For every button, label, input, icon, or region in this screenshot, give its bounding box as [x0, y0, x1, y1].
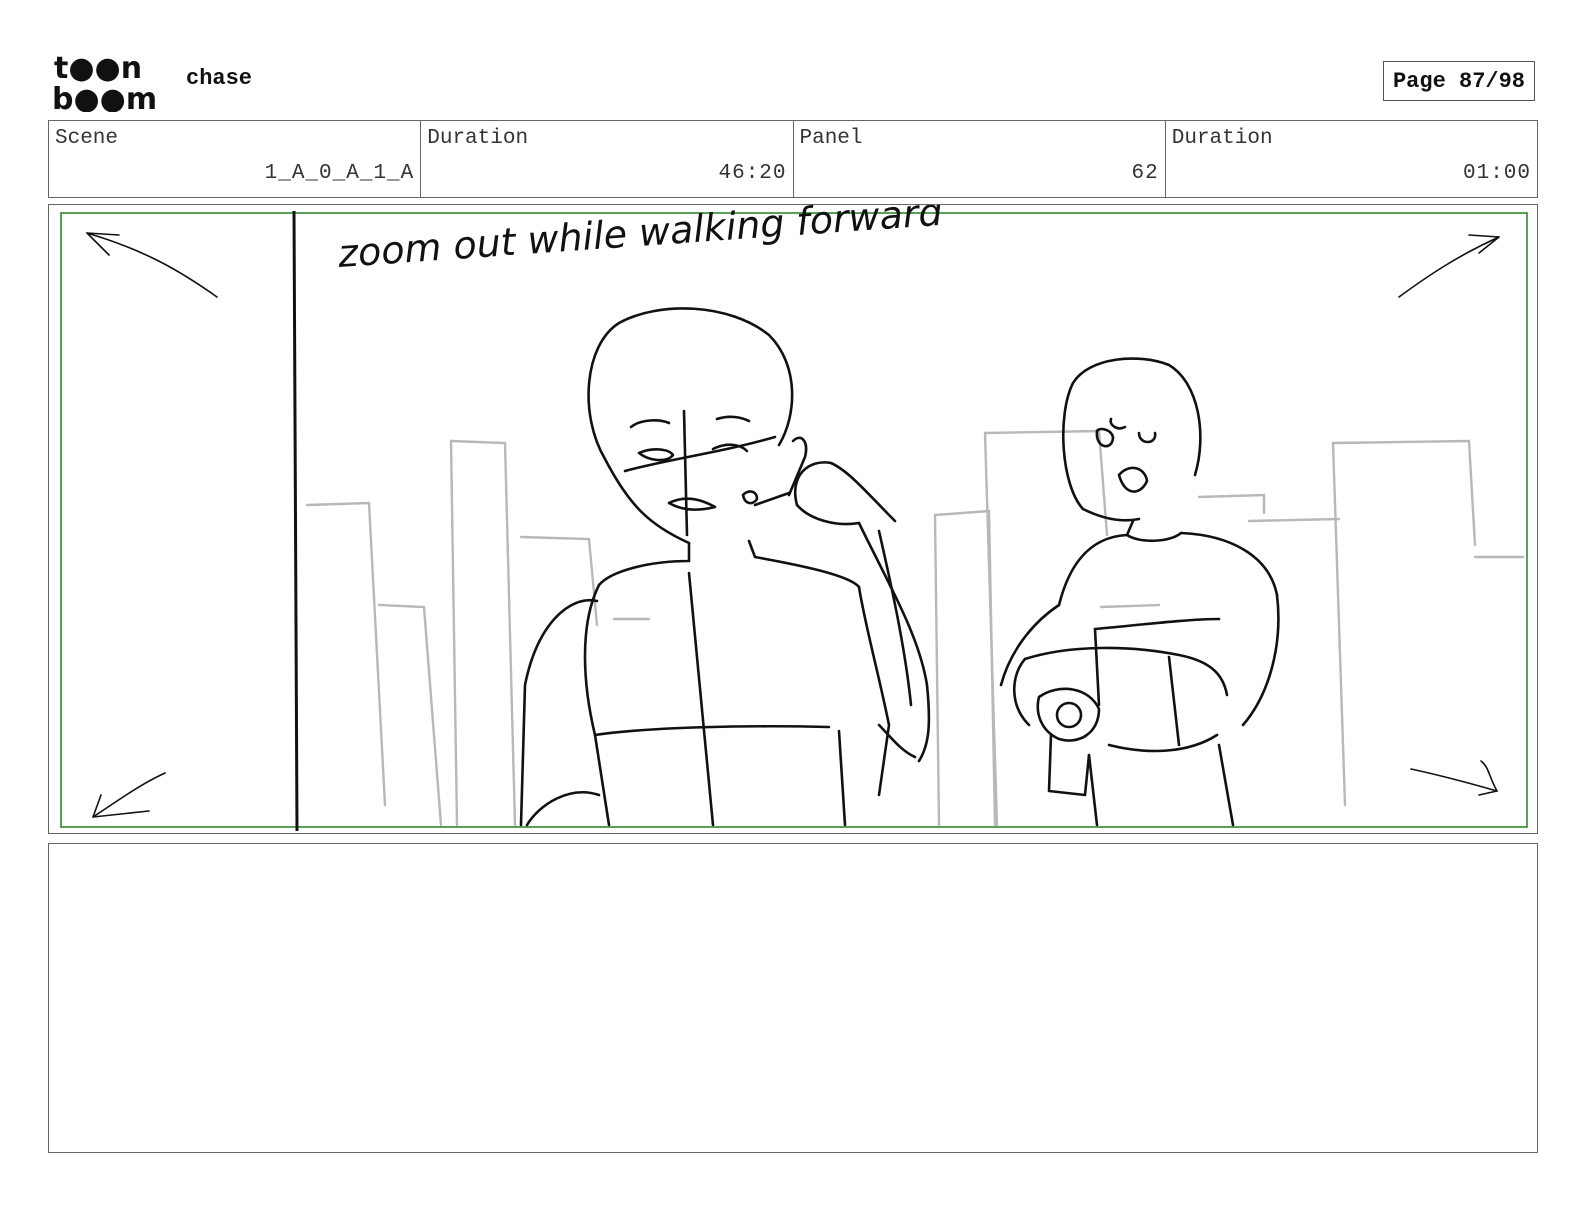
foreground-pole	[292, 210, 299, 832]
logo-top-text: t●●n	[54, 52, 142, 86]
panel-cell: Panel 62	[794, 121, 1166, 197]
scene-value: 1_A_0_A_1_A	[264, 162, 415, 185]
corner-arrow-bottom-right	[1410, 760, 1498, 796]
logo-bottom-text: b●●m	[52, 82, 157, 112]
scene-cell: Scene 1_A_0_A_1_A	[49, 121, 422, 197]
panel-sketch: zoom out while walking forward	[60, 205, 1528, 832]
page-indicator: Page 87/98	[1383, 61, 1535, 101]
toonboom-logo: t●●n b●●m	[52, 52, 157, 112]
corner-arrow-top-left	[86, 232, 218, 298]
corner-arrow-bottom-left	[92, 772, 166, 818]
character-left	[519, 307, 931, 827]
scene-duration-label: Duration	[427, 127, 529, 150]
scene-duration-cell: Duration 46:20	[421, 121, 794, 197]
panel-value: 62	[1131, 162, 1159, 185]
corner-arrow-top-right	[1398, 234, 1500, 298]
storyboard-panel: zoom out while walking forward	[48, 204, 1538, 834]
project-title: chase	[186, 66, 253, 91]
panel-label: Panel	[799, 127, 863, 150]
character-right	[999, 357, 1280, 827]
scene-duration-value: 46:20	[718, 162, 787, 185]
scene-info-bar: Scene 1_A_0_A_1_A Duration 46:20 Panel 6…	[48, 120, 1538, 198]
panel-duration-cell: Duration 01:00	[1166, 121, 1537, 197]
background-buildings	[305, 429, 1525, 827]
scene-label: Scene	[55, 127, 119, 150]
panel-duration-label: Duration	[1171, 127, 1273, 150]
panel-notes-area	[48, 843, 1538, 1153]
panel-annotation: zoom out while walking forward	[336, 205, 945, 276]
panel-duration-value: 01:00	[1462, 162, 1531, 185]
